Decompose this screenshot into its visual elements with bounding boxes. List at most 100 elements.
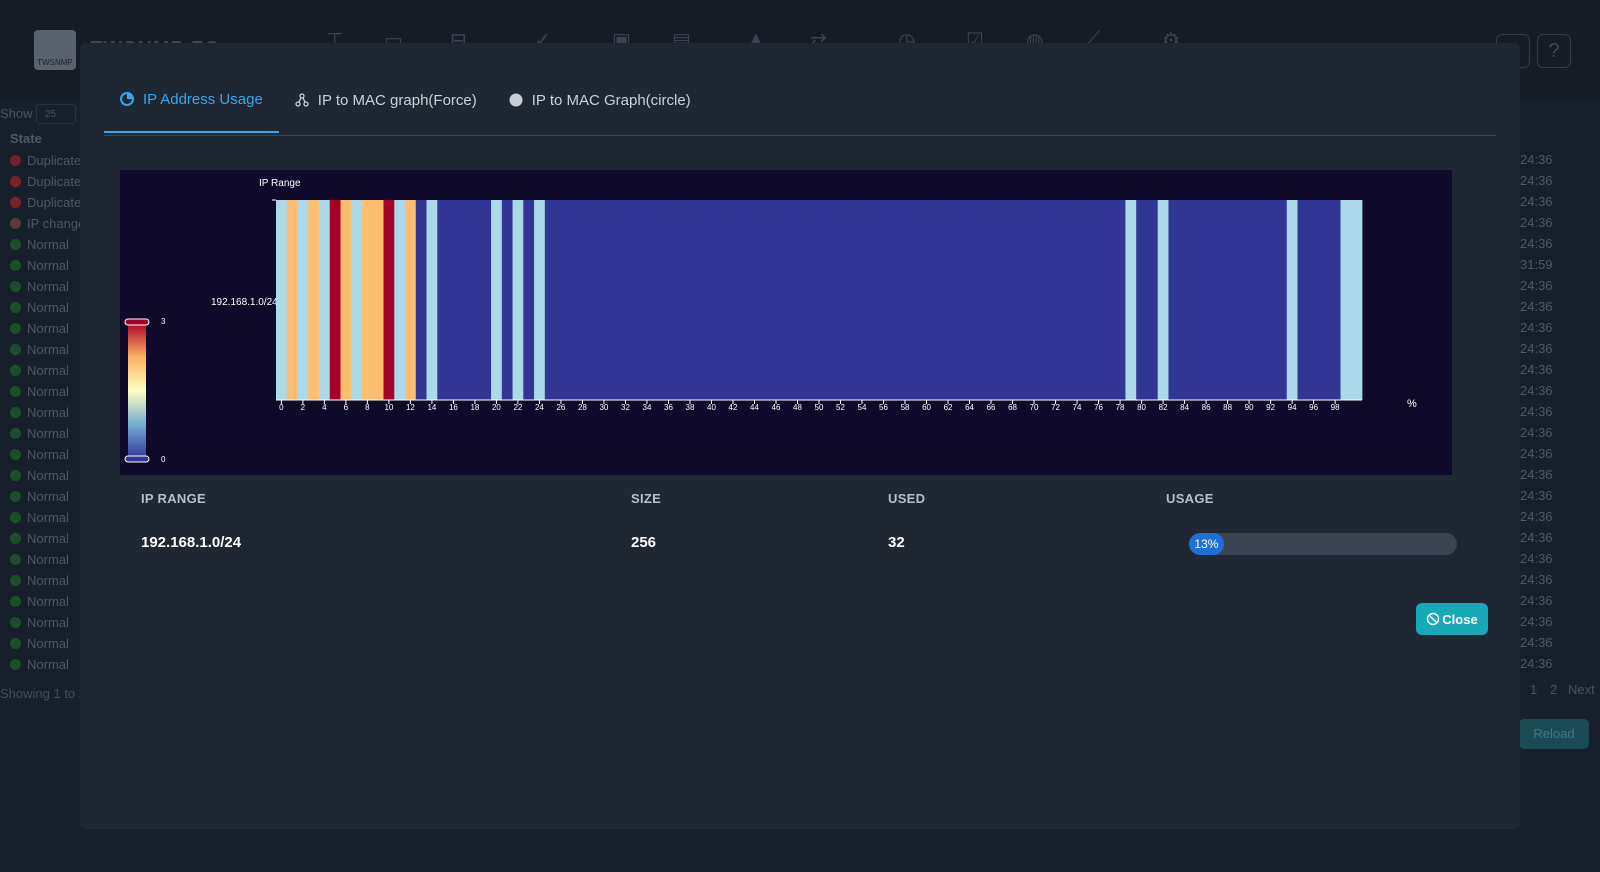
heatmap-cell[interactable]	[1318, 200, 1331, 400]
heatmap-cell[interactable]	[781, 200, 793, 400]
heatmap-cell[interactable]	[1189, 200, 1202, 400]
heatmap-cell[interactable]	[1136, 200, 1148, 400]
pager-next[interactable]: Next	[1568, 682, 1595, 697]
heatmap-cell[interactable]	[1114, 200, 1126, 400]
heatmap-cell[interactable]	[1329, 200, 1341, 400]
heatmap-cell[interactable]	[738, 200, 750, 400]
close-button[interactable]: Close	[1416, 603, 1488, 635]
colorbar-min-handle[interactable]	[124, 455, 150, 463]
table-row[interactable]: Normal	[10, 297, 69, 317]
heatmap-cell[interactable]	[512, 200, 524, 400]
heatmap-cell[interactable]	[931, 200, 944, 400]
table-row[interactable]: Normal	[10, 570, 69, 590]
heatmap-cell[interactable]	[1297, 200, 1309, 400]
heatmap-cell[interactable]	[684, 200, 696, 400]
heatmap-cell[interactable]	[415, 200, 427, 400]
heatmap-cell[interactable]	[899, 200, 911, 400]
heatmap-cell[interactable]	[458, 200, 470, 400]
heatmap-cell[interactable]	[1071, 200, 1083, 400]
heatmap-cell[interactable]	[1265, 200, 1277, 400]
heatmap-cell[interactable]	[1093, 200, 1105, 400]
heatmap-cell[interactable]	[749, 200, 761, 400]
table-row[interactable]: Normal	[10, 381, 69, 401]
heatmap-cell[interactable]	[1157, 200, 1169, 400]
heatmap-cell[interactable]	[856, 200, 868, 400]
heatmap-cell[interactable]	[630, 200, 642, 400]
table-row[interactable]: Normal	[10, 591, 69, 611]
heatmap-cell[interactable]	[437, 200, 449, 400]
tab-ip-address-usage[interactable]: IP Address Usage	[104, 67, 279, 133]
heatmap-cell[interactable]	[1211, 200, 1223, 400]
heatmap-cell[interactable]	[405, 200, 417, 400]
col-header-used[interactable]: USED	[888, 491, 925, 506]
heatmap-cell[interactable]	[577, 200, 589, 400]
heatmap-cell[interactable]	[1082, 200, 1094, 400]
heatmap-cell[interactable]	[641, 200, 653, 400]
heatmap-cell[interactable]	[555, 200, 567, 400]
heatmap-cell[interactable]	[727, 200, 739, 400]
heatmap-cell[interactable]	[673, 200, 685, 400]
pager-page-1[interactable]: 1	[1530, 682, 1537, 697]
heatmap-cell[interactable]	[1060, 200, 1073, 400]
heatmap-cell[interactable]	[910, 200, 922, 400]
heatmap-cell[interactable]	[1254, 200, 1266, 400]
heatmap-cell[interactable]	[770, 200, 782, 400]
heatmap-cell[interactable]	[383, 200, 395, 400]
table-row[interactable]: Normal	[10, 255, 69, 275]
heatmap-cell[interactable]	[996, 200, 1008, 400]
table-row[interactable]: Normal	[10, 465, 69, 485]
heatmap-cell[interactable]	[695, 200, 707, 400]
heatmap-cell[interactable]	[1200, 200, 1212, 400]
heatmap-cell[interactable]	[706, 200, 718, 400]
heatmap-cell[interactable]	[566, 200, 578, 400]
table-row[interactable]: Normal	[10, 486, 69, 506]
heatmap-cell[interactable]	[544, 200, 556, 400]
heatmap-cell[interactable]	[329, 200, 341, 400]
heatmap-cell[interactable]	[802, 200, 815, 400]
heatmap-cell[interactable]	[1125, 200, 1137, 400]
table-row[interactable]: Duplicate	[10, 192, 81, 212]
help-button[interactable]: ?	[1537, 34, 1571, 68]
reload-button[interactable]: Reload	[1519, 719, 1589, 749]
heatmap-cell[interactable]	[652, 200, 664, 400]
heatmap-cell[interactable]	[394, 200, 406, 400]
heatmap-cell[interactable]	[523, 200, 535, 400]
table-row[interactable]: Duplicate	[10, 171, 81, 191]
heatmap-cell[interactable]	[448, 200, 460, 400]
heatmap-cell[interactable]	[609, 200, 621, 400]
heatmap-cell[interactable]	[319, 200, 331, 400]
heatmap-cell[interactable]	[824, 200, 836, 400]
heatmap-cell[interactable]	[598, 200, 610, 400]
heatmap-cell[interactable]	[716, 200, 728, 400]
heatmap-cell[interactable]	[921, 200, 933, 400]
heatmap-cell[interactable]	[362, 200, 374, 400]
table-row[interactable]: Normal	[10, 318, 69, 338]
heatmap-cell[interactable]	[985, 200, 997, 400]
colorbar-max-handle[interactable]	[124, 318, 150, 326]
heatmap-cell[interactable]	[942, 200, 954, 400]
table-row[interactable]: Normal	[10, 276, 69, 296]
page-size-select[interactable]: 25	[36, 104, 76, 124]
heatmap-cell[interactable]	[1146, 200, 1159, 400]
heatmap-cell[interactable]	[878, 200, 890, 400]
heatmap-cell[interactable]	[867, 200, 879, 400]
heatmap-cell[interactable]	[759, 200, 772, 400]
heatmap-cell[interactable]	[286, 200, 298, 400]
heatmap-cell[interactable]	[1179, 200, 1191, 400]
heatmap-cell[interactable]	[953, 200, 965, 400]
heatmap-cell[interactable]	[587, 200, 599, 400]
table-row[interactable]: Normal	[10, 507, 69, 527]
heatmap-cell[interactable]	[1340, 200, 1352, 400]
table-row[interactable]: Normal	[10, 528, 69, 548]
col-header-ip-range[interactable]: IP RANGE	[141, 491, 206, 506]
heatmap-cell[interactable]	[426, 200, 438, 400]
heatmap-cell[interactable]	[297, 200, 309, 400]
heatmap-cell[interactable]	[1222, 200, 1234, 400]
heatmap-cell[interactable]	[620, 200, 632, 400]
table-row[interactable]: Normal	[10, 234, 69, 254]
table-row[interactable]: Normal	[10, 654, 69, 674]
heatmap-cell[interactable]	[974, 200, 987, 400]
tab-ip-to-mac-force[interactable]: IP to MAC graph(Force)	[279, 67, 493, 133]
table-row[interactable]: Normal	[10, 402, 69, 422]
heatmap-cell[interactable]	[1286, 200, 1298, 400]
